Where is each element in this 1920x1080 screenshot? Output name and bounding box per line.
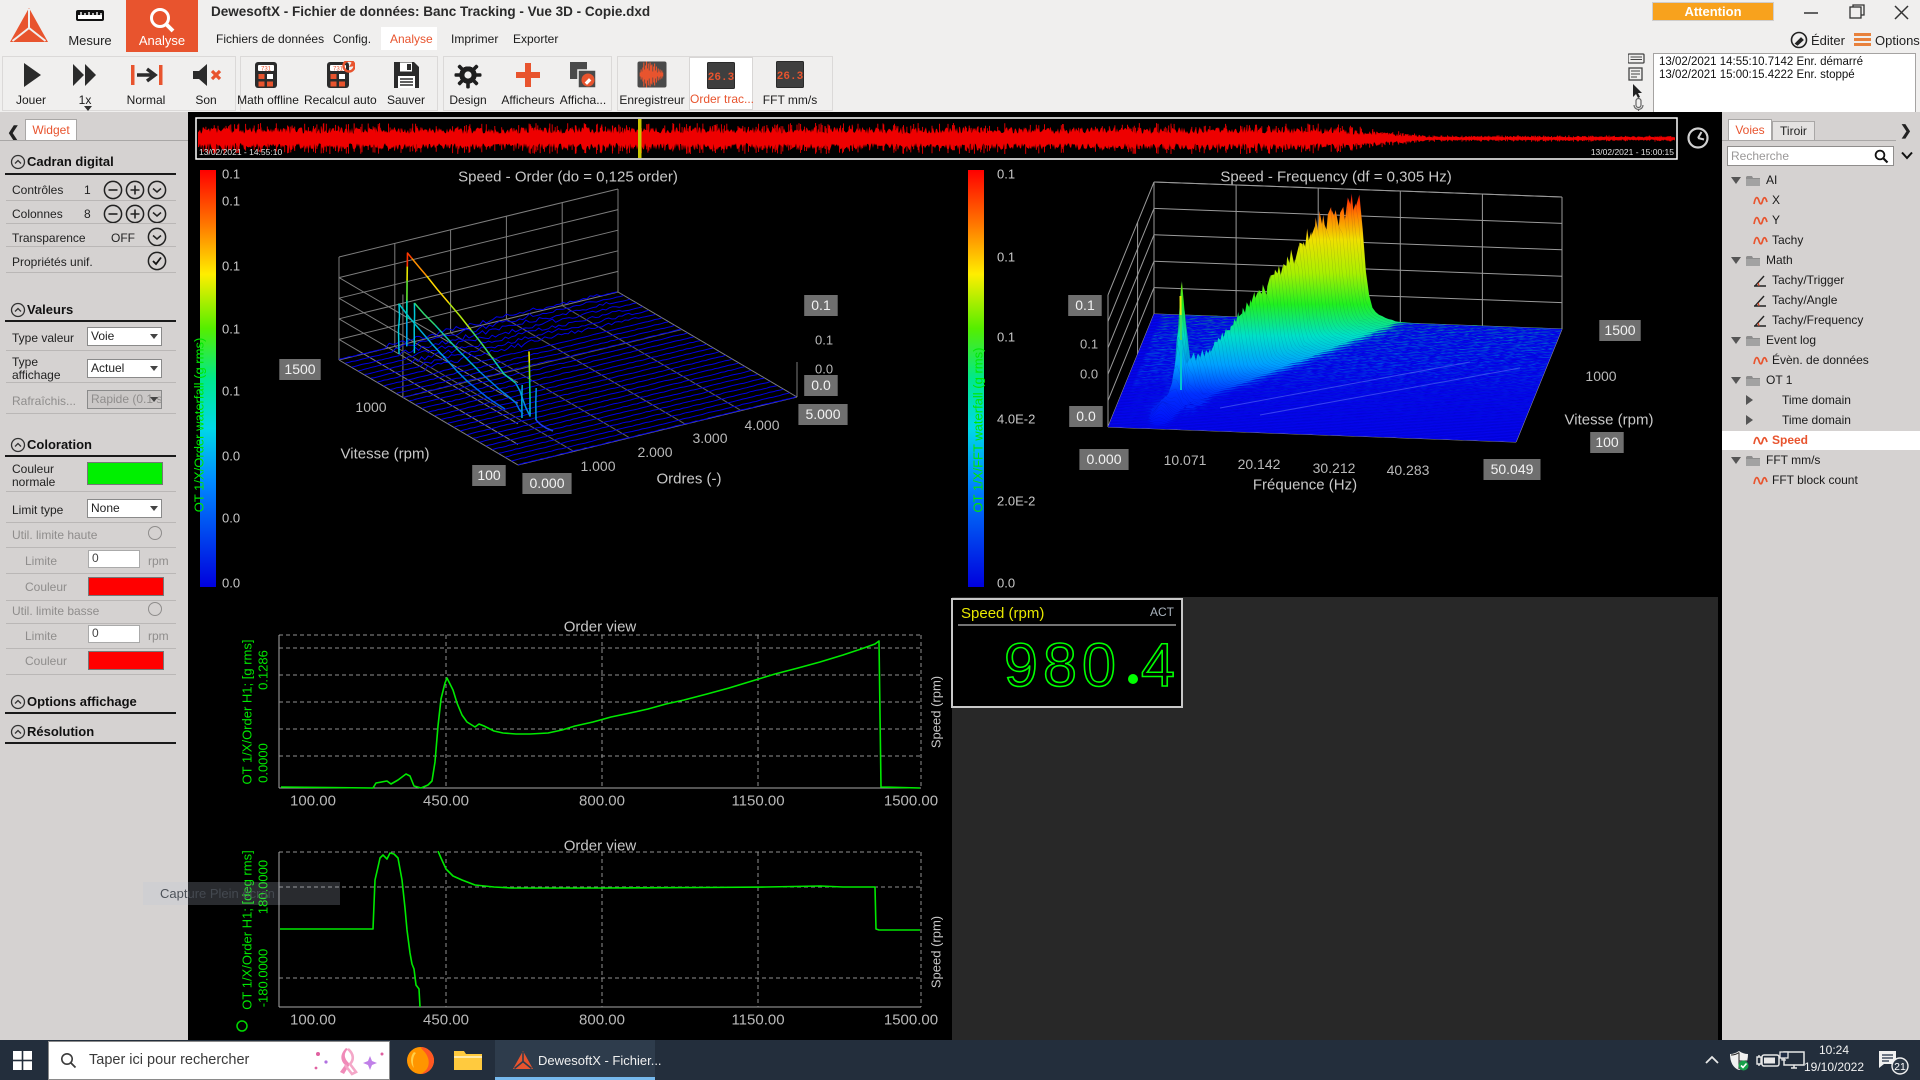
svg-text:4.0E-2: 4.0E-2	[997, 412, 1035, 427]
svg-text:30.212: 30.212	[1313, 460, 1356, 476]
svg-text:0.0: 0.0	[1076, 408, 1096, 424]
svg-text:40.283: 40.283	[1387, 462, 1430, 478]
svg-text:0.1: 0.1	[1080, 337, 1098, 352]
svg-text:3.000: 3.000	[692, 430, 727, 446]
svg-text:0.0: 0.0	[222, 576, 240, 591]
svg-text:1150.00: 1150.00	[731, 792, 784, 809]
svg-text:4.000: 4.000	[744, 417, 779, 433]
svg-text:OT 1/X/FFT waterfall (g rms): OT 1/X/FFT waterfall (g rms)	[971, 348, 986, 513]
svg-text:800.00: 800.00	[579, 1011, 625, 1028]
svg-text:2.000: 2.000	[637, 444, 672, 460]
svg-text:0.0: 0.0	[997, 576, 1015, 591]
svg-text:450.00: 450.00	[423, 792, 469, 809]
svg-text:0.1: 0.1	[222, 384, 240, 399]
svg-text:0.1: 0.1	[222, 322, 240, 337]
svg-text:450.00: 450.00	[423, 1011, 469, 1028]
svg-text:0.0: 0.0	[815, 362, 833, 377]
svg-text:2.0E-2: 2.0E-2	[997, 494, 1035, 509]
svg-text:100.00: 100.00	[290, 792, 336, 809]
svg-text:800.00: 800.00	[579, 792, 625, 809]
svg-text:Fréquence (Hz): Fréquence (Hz)	[1253, 476, 1357, 493]
svg-text:0.000: 0.000	[529, 475, 564, 491]
svg-text:26.3: 26.3	[777, 71, 804, 83]
svg-text:0.1: 0.1	[811, 297, 831, 313]
svg-text:0.1: 0.1	[997, 250, 1015, 265]
svg-text:Order view: Order view	[564, 618, 637, 635]
svg-text:1000: 1000	[1585, 368, 1616, 384]
svg-text:0.1: 0.1	[222, 194, 240, 209]
svg-text:0.000: 0.000	[1086, 451, 1121, 467]
svg-text:50.049: 50.049	[1491, 461, 1534, 477]
svg-text:9: 9	[1004, 631, 1038, 699]
svg-text:1500.00: 1500.00	[884, 792, 938, 809]
svg-text:5.000: 5.000	[805, 406, 840, 422]
svg-text:Speed (rpm): Speed (rpm)	[929, 916, 944, 988]
svg-text:731: 731	[261, 67, 272, 73]
svg-text:731: 731	[333, 67, 344, 73]
svg-text:0.0: 0.0	[222, 449, 240, 464]
svg-text:100: 100	[1595, 434, 1619, 450]
svg-text:26.3: 26.3	[708, 72, 735, 84]
svg-text:Speed - Frequency (df = 0,305: Speed - Frequency (df = 0,305 Hz)	[1220, 168, 1451, 185]
svg-text:4: 4	[1141, 631, 1175, 699]
svg-text:Order view: Order view	[564, 837, 637, 854]
svg-text:13/02/2021 - 15:00:15: 13/02/2021 - 15:00:15	[1591, 147, 1674, 157]
svg-text:Speed (rpm): Speed (rpm)	[929, 676, 944, 748]
svg-text:100: 100	[477, 467, 501, 483]
svg-text:OT 1/X/Order waterfall (g rms): OT 1/X/Order waterfall (g rms)	[192, 338, 207, 513]
svg-text:0: 0	[1082, 631, 1116, 699]
svg-text:1.000: 1.000	[580, 458, 615, 474]
svg-text:1500.00: 1500.00	[884, 1011, 938, 1028]
svg-text:0.1: 0.1	[815, 333, 833, 348]
svg-text:0.1286: 0.1286	[256, 650, 271, 690]
svg-text:Vitesse (rpm): Vitesse (rpm)	[1565, 411, 1654, 428]
svg-text:0.1: 0.1	[1075, 297, 1095, 313]
svg-text:100.00: 100.00	[290, 1011, 336, 1028]
svg-text:Speed - Order (do = 0,125 orde: Speed - Order (do = 0,125 order)	[458, 168, 678, 185]
svg-text:0.1: 0.1	[997, 330, 1015, 345]
svg-text:20.142: 20.142	[1238, 456, 1281, 472]
svg-text:OT 1/X/Order H1; [deg rms]: OT 1/X/Order H1; [deg rms]	[240, 850, 255, 1009]
svg-text:8: 8	[1043, 631, 1077, 699]
svg-text:0.0: 0.0	[1080, 367, 1098, 382]
svg-text:ACT: ACT	[1150, 605, 1175, 619]
svg-text:0.0000: 0.0000	[256, 743, 271, 783]
svg-text:1150.00: 1150.00	[731, 1011, 784, 1028]
svg-text:Speed (rpm): Speed (rpm)	[961, 605, 1044, 622]
svg-text:-180.0000: -180.0000	[256, 949, 271, 1008]
svg-text:1500: 1500	[284, 361, 315, 377]
svg-text:1500: 1500	[1604, 322, 1635, 338]
svg-text:1000: 1000	[355, 399, 386, 415]
svg-text:Ordres (-): Ordres (-)	[657, 470, 722, 487]
svg-text:0.0: 0.0	[222, 511, 240, 526]
svg-text:21: 21	[1894, 1061, 1906, 1073]
svg-text:OT 1/X/Order H1; [g rms]: OT 1/X/Order H1; [g rms]	[240, 640, 255, 785]
svg-text:0.1: 0.1	[222, 259, 240, 274]
svg-text:0.1: 0.1	[997, 167, 1015, 182]
svg-text:0.0: 0.0	[811, 377, 831, 393]
svg-text:13/02/2021 - 14:55:10: 13/02/2021 - 14:55:10	[199, 147, 282, 157]
svg-text:Vitesse (rpm): Vitesse (rpm)	[341, 445, 430, 462]
svg-text:10.071: 10.071	[1164, 452, 1207, 468]
svg-text:0.1: 0.1	[222, 167, 240, 182]
